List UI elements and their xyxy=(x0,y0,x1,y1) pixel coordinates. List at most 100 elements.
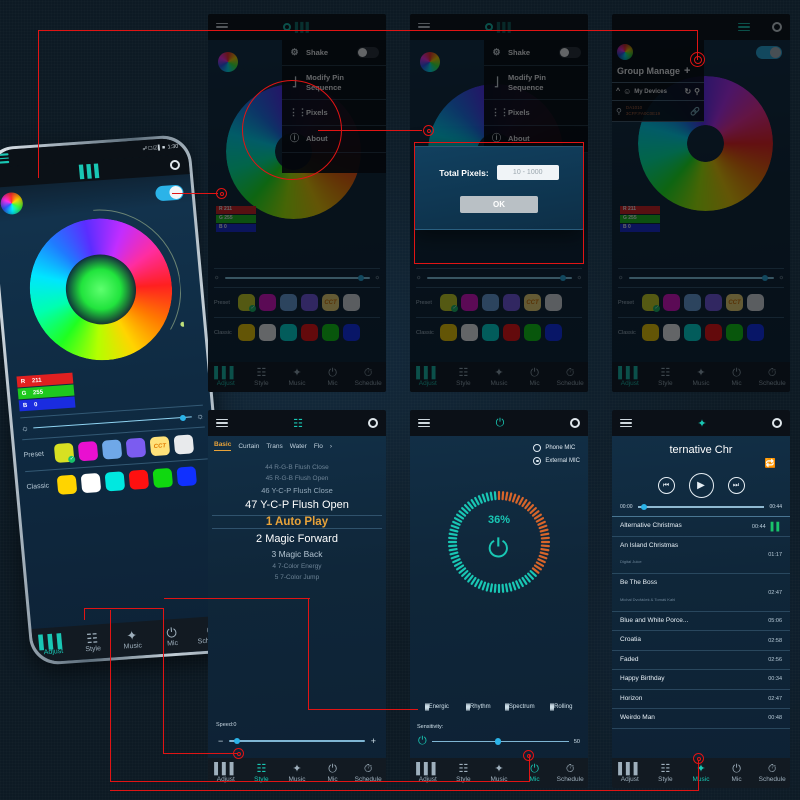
preset-swatch[interactable]: ✓ xyxy=(642,294,660,312)
menu-item-pixels[interactable]: ⋮⋮ Pixels xyxy=(484,100,588,127)
nav-item-style[interactable]: ☷ Style xyxy=(648,763,684,783)
power-icon[interactable] xyxy=(169,159,181,171)
add-group-button[interactable]: + xyxy=(684,65,690,77)
classic-swatch[interactable] xyxy=(461,324,478,341)
hamburger-icon[interactable] xyxy=(216,418,228,428)
classic-swatch[interactable] xyxy=(56,474,78,495)
classic-swatch[interactable] xyxy=(322,324,339,341)
brightness-track[interactable] xyxy=(33,414,192,429)
nav-item-music[interactable]: ✦ Music xyxy=(111,627,153,651)
classic-swatch[interactable] xyxy=(104,471,126,492)
nav-item-adjust[interactable]: ▌▌▌ Adjust xyxy=(612,763,648,783)
nav-item-music[interactable]: ✦ Music xyxy=(481,367,517,387)
nav-item-schedule[interactable]: ⏱Schedule xyxy=(754,367,790,387)
shake-toggle[interactable] xyxy=(559,47,581,59)
classic-swatch[interactable] xyxy=(343,324,360,341)
next-icon[interactable]: ⏭ xyxy=(727,477,745,494)
color-swatch-icon[interactable] xyxy=(0,191,24,216)
color-swatch-icon[interactable] xyxy=(218,52,238,72)
mic-level-dial[interactable]: 36% ⏻ xyxy=(445,488,553,596)
classic-swatch[interactable] xyxy=(726,324,743,341)
brightness-track[interactable] xyxy=(224,275,370,282)
mode-energic[interactable]: Energic xyxy=(416,703,458,711)
hamburger-icon[interactable] xyxy=(0,153,10,164)
preset-swatch[interactable]: ✓ xyxy=(53,442,76,464)
track-row[interactable]: Faded 02:56 xyxy=(612,651,790,671)
increase-speed-button[interactable]: + xyxy=(371,736,376,746)
refresh-icon[interactable]: ↻ xyxy=(684,87,691,96)
brightness-track[interactable] xyxy=(426,275,572,282)
preset-swatch[interactable] xyxy=(77,441,99,462)
menu-item-shake[interactable]: ⚙ Shake xyxy=(484,40,588,67)
shake-toggle[interactable] xyxy=(357,47,379,59)
preset-swatch[interactable] xyxy=(259,294,276,311)
search-bulb-icon[interactable]: ⚲ xyxy=(694,87,700,96)
nav-item-music[interactable]: ✦ Music xyxy=(279,367,315,387)
nav-item-schedule[interactable]: ⏱Schedule xyxy=(552,763,588,783)
power-icon[interactable] xyxy=(772,22,782,32)
preset-swatch[interactable] xyxy=(301,294,318,311)
nav-item-adjust[interactable]: ▌▌▌ Adjust xyxy=(208,367,244,387)
preset-swatch[interactable] xyxy=(545,294,562,311)
track-row[interactable]: Weirdo Man 00:48 xyxy=(612,709,790,729)
link-icon[interactable]: 🔗 xyxy=(690,107,700,116)
tab-curtain[interactable]: Curtain xyxy=(238,443,259,450)
effect-item[interactable]: 4 7-Color Energy xyxy=(212,563,382,570)
preset-swatch[interactable] xyxy=(747,294,764,311)
menu-item-modify-pin-sequence[interactable]: ⎦ Modify Pin Sequence xyxy=(484,66,588,100)
brightness-slider[interactable]: ☼ ☼ xyxy=(618,275,784,282)
nav-item-mic[interactable]: ⏻ Mic xyxy=(517,367,553,387)
hamburger-icon[interactable] xyxy=(418,418,430,428)
nav-item-mic[interactable]: ⏻ Mic xyxy=(315,367,351,387)
tabs-more-icon[interactable]: › xyxy=(330,443,332,450)
classic-swatch[interactable] xyxy=(176,466,198,487)
microphone-icon[interactable]: ⏻ xyxy=(488,535,509,561)
nav-item-adjust[interactable]: ▌▌▌ Adjust xyxy=(32,632,74,657)
chevron-up-icon[interactable]: ^ xyxy=(616,88,620,95)
track-row[interactable]: Happy Birthday 00:34 xyxy=(612,670,790,690)
preset-swatch[interactable] xyxy=(705,294,722,311)
nav-item-style[interactable]: ☷ Style xyxy=(244,367,280,387)
menu-item-shake[interactable]: ⚙ Shake xyxy=(282,40,386,67)
preset-swatch[interactable] xyxy=(663,294,680,311)
effect-item[interactable]: 47 Y-C-P Flush Open xyxy=(212,499,382,511)
preset-swatch[interactable] xyxy=(684,294,701,311)
preset-swatch[interactable] xyxy=(343,294,360,311)
track-row[interactable]: An Island Christmas Digital Juice 01:17 xyxy=(612,537,790,575)
nav-item-schedule[interactable]: ⏱Schedule xyxy=(350,367,386,387)
color-swatch-icon[interactable] xyxy=(420,52,440,72)
nav-item-mic[interactable]: ⏻ Mic xyxy=(719,763,755,783)
preset-swatch[interactable]: ✓ xyxy=(238,294,256,312)
nav-item-style[interactable]: ☷ Style xyxy=(446,367,482,387)
tab-water[interactable]: Water xyxy=(290,443,307,450)
radio-external-mic[interactable]: External MIC xyxy=(533,457,580,465)
preset-swatch[interactable] xyxy=(125,437,147,458)
effect-item-selected[interactable]: 1 Auto Play xyxy=(212,515,382,529)
mode-rhythm[interactable]: Rhythm xyxy=(458,703,500,711)
preset-swatch[interactable] xyxy=(173,434,195,455)
mode-rolling[interactable]: Rolling xyxy=(541,703,583,711)
repeat-icon[interactable]: 🔁 xyxy=(612,458,790,469)
settings-icon[interactable] xyxy=(569,418,580,428)
classic-swatch[interactable] xyxy=(301,324,318,341)
classic-swatch[interactable] xyxy=(524,324,541,341)
classic-swatch[interactable] xyxy=(482,324,499,341)
speed-track[interactable] xyxy=(229,737,365,744)
seek-bar[interactable]: 00:00 00:44 xyxy=(612,503,790,516)
effect-item[interactable]: 45 R-G-B Flush Open xyxy=(212,475,382,482)
settings-icon[interactable] xyxy=(368,418,378,428)
color-swatch-icon[interactable] xyxy=(617,44,633,60)
classic-swatch[interactable] xyxy=(152,467,174,489)
nav-item-music[interactable]: ✦ Music xyxy=(683,763,719,783)
track-row[interactable]: Alternative Christmas 00:44 ▌▌ xyxy=(612,517,790,537)
preset-swatch[interactable] xyxy=(280,294,297,311)
arc-handle[interactable] xyxy=(180,322,185,327)
classic-swatch[interactable] xyxy=(238,324,255,341)
classic-swatch[interactable] xyxy=(705,324,722,341)
track-row[interactable]: Be The Boss Michal Dvořáček & Tomáš Kahl … xyxy=(612,574,790,612)
play-icon[interactable]: ▶ xyxy=(688,473,714,498)
tab-basic[interactable]: Basic xyxy=(214,441,232,451)
hamburger-icon[interactable] xyxy=(738,22,750,32)
classic-swatch[interactable] xyxy=(747,324,764,341)
track-row[interactable]: Croatia 02:58 xyxy=(612,631,790,651)
